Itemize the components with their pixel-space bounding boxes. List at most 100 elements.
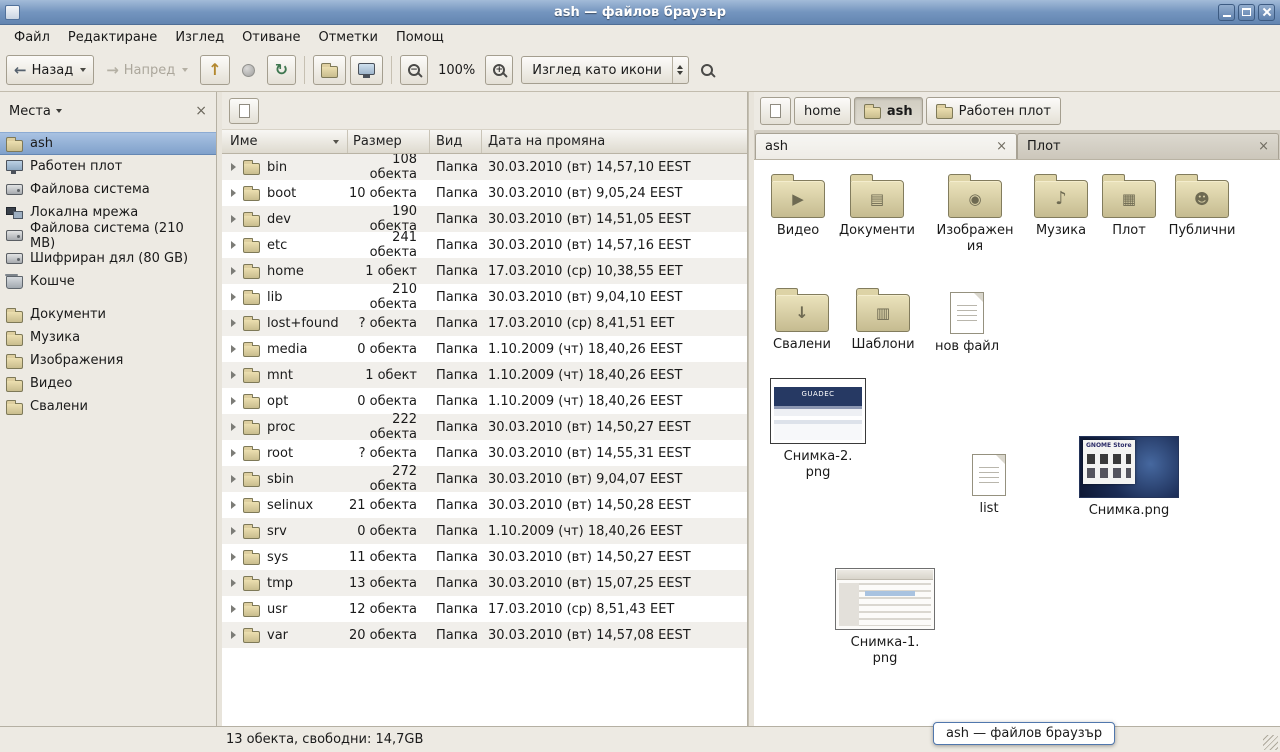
table-row[interactable]: home 1 обект Папка 17.03.2010 (ср) 10,38… xyxy=(222,258,747,284)
expander-icon[interactable] xyxy=(231,215,236,223)
expander-icon[interactable] xyxy=(231,267,236,275)
expander-icon[interactable] xyxy=(231,631,236,639)
combo-spinner-icon[interactable] xyxy=(672,57,688,83)
table-row[interactable]: root ? обекта Папка 30.03.2010 (вт) 14,5… xyxy=(222,440,747,466)
icon-view-item[interactable]: Свалени xyxy=(760,286,844,353)
sidebar-item[interactable]: Музика xyxy=(0,326,216,349)
column-header-size[interactable]: Размер xyxy=(348,130,430,153)
sidebar-item[interactable]: Кошче xyxy=(0,270,216,293)
back-dropdown-icon[interactable] xyxy=(80,68,86,72)
path-button[interactable]: ash xyxy=(854,97,923,125)
reload-button[interactable]: ↻ xyxy=(267,55,296,85)
expander-icon[interactable] xyxy=(231,345,236,353)
sidebar-item[interactable]: Файлова система xyxy=(0,178,216,201)
table-row[interactable]: selinux 21 обекта Папка 30.03.2010 (вт) … xyxy=(222,492,747,518)
column-header-name[interactable]: Име xyxy=(222,130,348,153)
icon-view-item[interactable]: Снимка-1.png xyxy=(835,568,935,667)
sidebar-item[interactable]: Документи xyxy=(0,303,216,326)
table-row[interactable]: var 20 обекта Папка 30.03.2010 (вт) 14,5… xyxy=(222,622,747,648)
zoom-out-button[interactable]: − xyxy=(400,55,428,85)
expander-icon[interactable] xyxy=(231,319,236,327)
expander-icon[interactable] xyxy=(231,241,236,249)
table-row[interactable]: etc 241 обекта Папка 30.03.2010 (вт) 14,… xyxy=(222,232,747,258)
sidebar-item[interactable]: Работен плот xyxy=(0,155,216,178)
icon-view-item[interactable]: Изображения xyxy=(933,172,1017,255)
stop-button[interactable] xyxy=(234,55,263,85)
table-row[interactable]: lib 210 обекта Папка 30.03.2010 (вт) 9,0… xyxy=(222,284,747,310)
table-row[interactable]: sys 11 обекта Папка 30.03.2010 (вт) 14,5… xyxy=(222,544,747,570)
icon-view-item[interactable]: GUADEC Снимка-2.png xyxy=(768,378,868,481)
column-header-date[interactable]: Дата на промяна xyxy=(482,130,747,153)
expander-icon[interactable] xyxy=(231,397,236,405)
table-row[interactable]: proc 222 обекта Папка 30.03.2010 (вт) 14… xyxy=(222,414,747,440)
expander-icon[interactable] xyxy=(231,371,236,379)
icon-view-item[interactable]: Плот xyxy=(1087,172,1171,239)
icon-view-item[interactable]: Публични xyxy=(1160,172,1244,239)
close-button[interactable] xyxy=(1258,4,1275,21)
expander-icon[interactable] xyxy=(231,449,236,457)
tab-close-icon[interactable]: × xyxy=(996,140,1007,153)
location-pane-button[interactable] xyxy=(229,98,259,124)
table-row[interactable]: tmp 13 обекта Папка 30.03.2010 (вт) 15,0… xyxy=(222,570,747,596)
places-selector[interactable]: Места xyxy=(9,104,62,119)
expander-icon[interactable] xyxy=(231,163,236,171)
expander-icon[interactable] xyxy=(231,527,236,535)
path-button[interactable] xyxy=(760,97,791,125)
sidebar-item[interactable]: ash xyxy=(0,132,216,155)
menu-item[interactable]: Помощ xyxy=(387,25,453,49)
home-button[interactable] xyxy=(313,55,346,85)
table-row[interactable]: media 0 обекта Папка 1.10.2009 (чт) 18,4… xyxy=(222,336,747,362)
sidebar-close-button[interactable]: × xyxy=(195,104,207,118)
sidebar-item[interactable]: Изображения xyxy=(0,349,216,372)
search-button[interactable] xyxy=(693,55,721,85)
minimize-button[interactable] xyxy=(1218,4,1235,21)
zoom-in-button[interactable]: + xyxy=(485,55,513,85)
sidebar-item[interactable]: Шифриран дял (80 GB) xyxy=(0,247,216,270)
tab[interactable]: Плот × xyxy=(1017,133,1279,159)
tab[interactable]: ash × xyxy=(755,133,1017,159)
table-row[interactable]: mnt 1 обект Папка 1.10.2009 (чт) 18,40,2… xyxy=(222,362,747,388)
view-mode-select[interactable]: Изглед като икони xyxy=(521,56,689,84)
forward-button[interactable]: → Напред xyxy=(98,55,196,85)
column-header-type[interactable]: Вид xyxy=(430,130,482,153)
expander-icon[interactable] xyxy=(231,501,236,509)
icon-view-item[interactable]: нов файл xyxy=(925,286,1009,355)
menu-item[interactable]: Изглед xyxy=(166,25,233,49)
icon-view-item[interactable]: GNOME Store Снимка.png xyxy=(1078,436,1180,519)
title-bar[interactable]: ash — файлов браузър xyxy=(0,0,1280,25)
back-button[interactable]: ← Назад xyxy=(6,55,94,85)
up-button[interactable]: ↑ xyxy=(200,55,229,85)
table-row[interactable]: lost+found ? обекта Папка 17.03.2010 (ср… xyxy=(222,310,747,336)
table-row[interactable]: sbin 272 обекта Папка 30.03.2010 (вт) 9,… xyxy=(222,466,747,492)
expander-icon[interactable] xyxy=(231,553,236,561)
expander-icon[interactable] xyxy=(231,579,236,587)
expander-icon[interactable] xyxy=(231,605,236,613)
icon-view-item[interactable]: Документи xyxy=(835,172,919,239)
tab-close-icon[interactable]: × xyxy=(1258,140,1269,153)
icon-view-item[interactable]: list xyxy=(947,448,1031,517)
menu-item[interactable]: Редактиране xyxy=(59,25,166,49)
menu-item[interactable]: Отметки xyxy=(309,25,386,49)
path-button[interactable]: Работен плот xyxy=(926,97,1061,125)
expander-icon[interactable] xyxy=(231,189,236,197)
table-row[interactable]: usr 12 обекта Папка 17.03.2010 (ср) 8,51… xyxy=(222,596,747,622)
sidebar-item[interactable]: Видео xyxy=(0,372,216,395)
expander-icon[interactable] xyxy=(231,293,236,301)
table-row[interactable]: opt 0 обекта Папка 1.10.2009 (чт) 18,40,… xyxy=(222,388,747,414)
menu-item[interactable]: Отиване xyxy=(233,25,309,49)
icon-view-canvas[interactable]: Видео Документи Изображения Музика Плот xyxy=(754,160,1280,726)
expander-icon[interactable] xyxy=(231,423,236,431)
table-row[interactable]: dev 190 обекта Папка 30.03.2010 (вт) 14,… xyxy=(222,206,747,232)
expander-icon[interactable] xyxy=(231,475,236,483)
sidebar-item[interactable]: Свалени xyxy=(0,395,216,418)
computer-button[interactable] xyxy=(350,55,383,85)
resize-grip[interactable] xyxy=(1263,735,1278,750)
table-row[interactable]: boot 10 обекта Папка 30.03.2010 (вт) 9,0… xyxy=(222,180,747,206)
table-row[interactable]: bin 108 обекта Папка 30.03.2010 (вт) 14,… xyxy=(222,154,747,180)
sidebar-item[interactable]: Файлова система (210 MB) xyxy=(0,224,216,247)
path-button[interactable]: home xyxy=(794,97,851,125)
table-row[interactable]: srv 0 обекта Папка 1.10.2009 (чт) 18,40,… xyxy=(222,518,747,544)
menu-item[interactable]: Файл xyxy=(5,25,59,49)
maximize-button[interactable] xyxy=(1238,4,1255,21)
icon-view-item[interactable]: Шаблони xyxy=(841,286,925,353)
